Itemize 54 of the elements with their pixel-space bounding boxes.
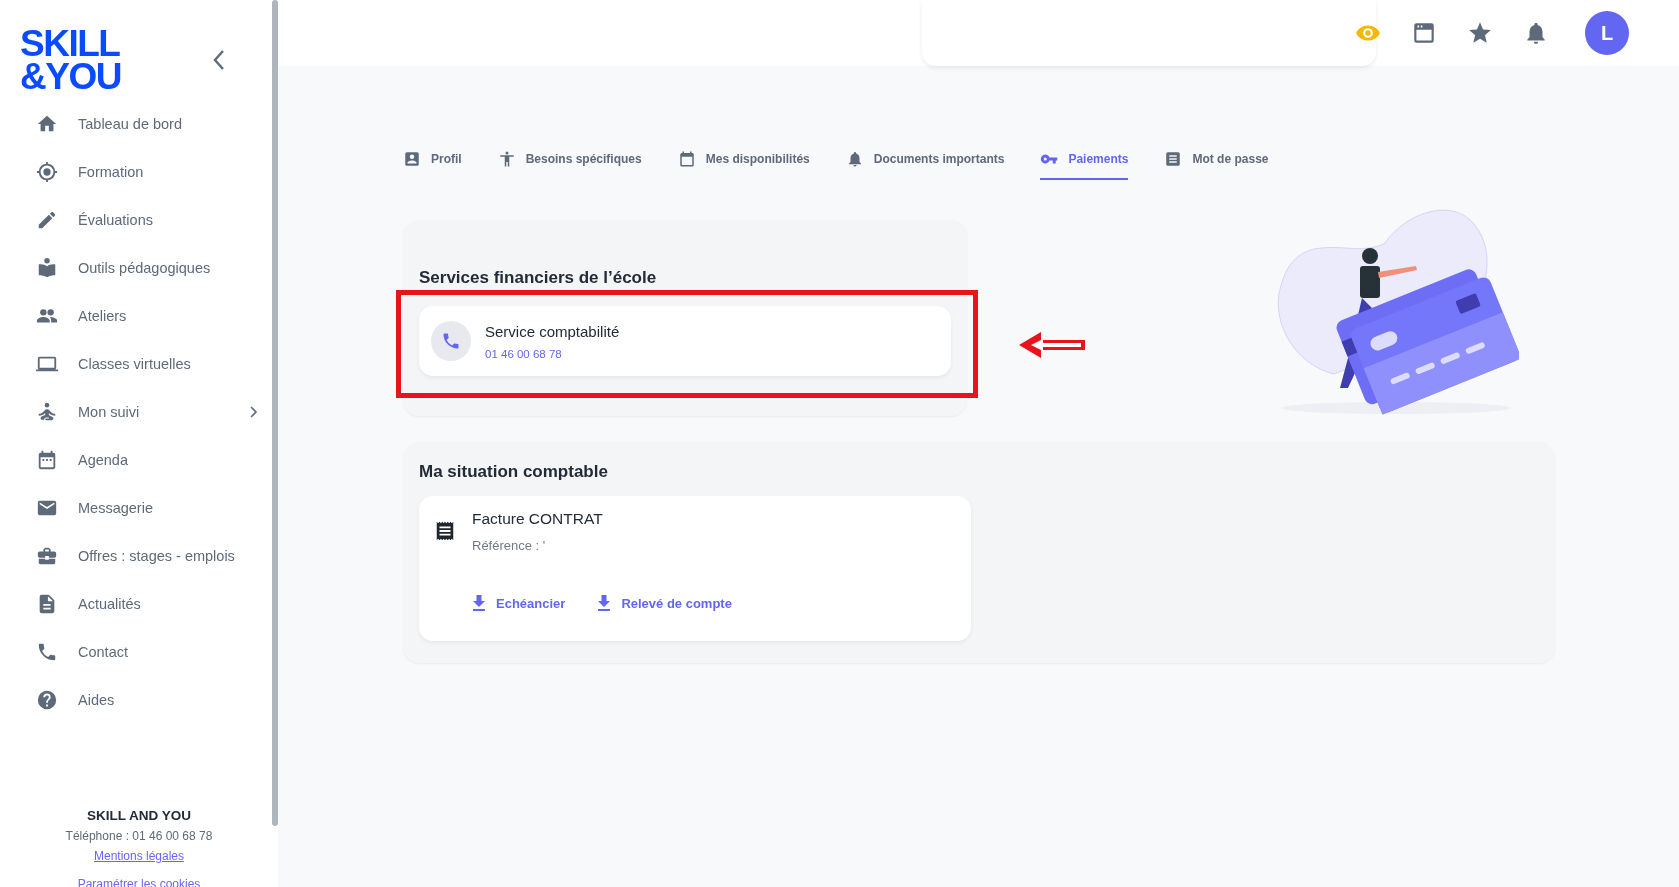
invoice-title: Facture CONTRAT (472, 510, 604, 528)
tab[interactable]: Mot de passe (1164, 150, 1269, 180)
reference-text: Référence : ' (472, 538, 547, 553)
phone-icon (441, 331, 461, 351)
tab[interactable]: Paiements (1040, 150, 1129, 180)
contact-name: Service comptabilité (485, 322, 620, 340)
download-icon (472, 595, 486, 611)
pencil-icon (36, 209, 58, 231)
scrollbar[interactable] (272, 0, 278, 826)
target-icon (36, 161, 58, 183)
company-name: SKILL AND YOU (87, 808, 191, 823)
sidebar-item[interactable]: Outils pédagogiques (36, 244, 258, 292)
sidebar-item[interactable]: Ateliers (36, 292, 258, 340)
sidebar-item[interactable]: Mon suivi (36, 388, 258, 436)
briefcase-icon (36, 545, 58, 567)
logo: SKILL &YOU (20, 27, 121, 93)
accessibility-icon (497, 150, 516, 168)
arrow-drawing (1017, 330, 1087, 360)
toolbar-button[interactable] (1467, 20, 1493, 46)
meditation-icon (36, 401, 58, 423)
sidebar-item[interactable]: Formation (36, 148, 258, 196)
sidebar-item[interactable]: Agenda (36, 436, 258, 484)
download-link[interactable]: Echéancier (472, 595, 566, 611)
phone-icon (36, 641, 58, 663)
sidebar-item[interactable]: Contact (36, 628, 258, 676)
browser-window-icon (1411, 20, 1437, 46)
toolbar-button[interactable] (1411, 20, 1437, 46)
help-icon (36, 689, 58, 711)
avatar-button[interactable]: L (1585, 11, 1629, 55)
sidebar-item[interactable]: Messagerie (36, 484, 258, 532)
contact-card-icon (403, 150, 421, 168)
calendar-icon (36, 449, 58, 471)
section-title: Services financiers de l’école (419, 268, 658, 288)
tab[interactable]: Profil (403, 150, 462, 180)
receipt-icon (434, 520, 456, 542)
footer-link[interactable]: Mentions légales (93, 849, 185, 863)
star-icon (1467, 20, 1493, 46)
download-icon (597, 595, 612, 611)
list-document-icon (1164, 150, 1183, 168)
sidebar-item[interactable]: Offres : stages - emplois (36, 532, 258, 580)
sidebar-item[interactable]: Évaluations (36, 196, 258, 244)
phone-text: Téléphone : 01 46 00 68 78 (65, 829, 213, 843)
sidebar-item[interactable]: Tableau de bord (36, 100, 258, 148)
tab[interactable]: Documents importants (845, 150, 1005, 180)
tab[interactable]: Mes disponibilités (677, 150, 810, 180)
phone-link[interactable]: 01 46 00 68 78 (485, 347, 620, 360)
section-title: Ma situation comptable (419, 462, 609, 482)
calendar-icon (677, 150, 696, 168)
sidebar-item[interactable]: Actualités (36, 580, 258, 628)
tab[interactable]: Besoins spécifiques (497, 150, 642, 180)
sidebar-item[interactable]: Classes virtuelles (36, 340, 258, 388)
download-link[interactable]: Relevé de compte (597, 595, 732, 611)
sidebar-item[interactable]: Aides (36, 676, 258, 724)
book-reader-icon (36, 257, 58, 279)
